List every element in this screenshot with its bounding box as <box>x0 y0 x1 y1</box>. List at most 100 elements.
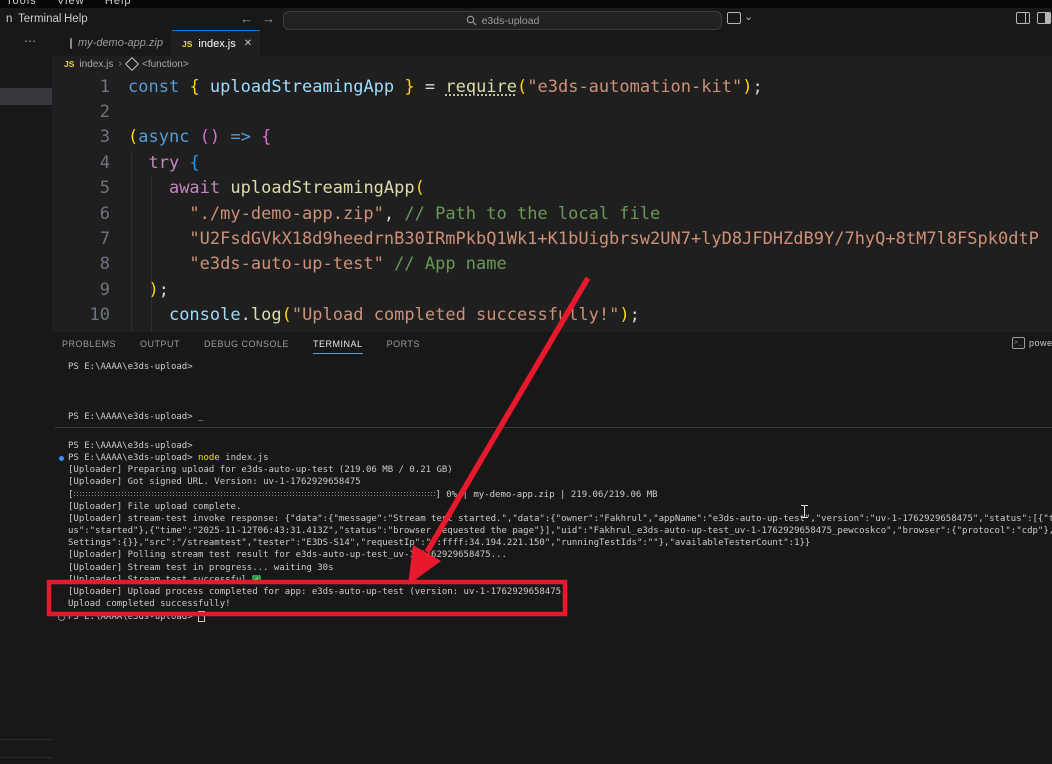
forward-icon[interactable]: → <box>262 11 275 26</box>
token: async <box>138 127 189 147</box>
editor-tab-bar: my-demo-app.zip JS index.js ✕ <box>52 30 1052 56</box>
breadcrumb-symbol[interactable]: <function> <box>142 59 189 70</box>
tab-label: my-demo-app.zip <box>78 37 163 49</box>
code-line: 1const { uploadStreamingApp } = require(… <box>52 74 763 99</box>
tab-output[interactable]: OUTPUT <box>140 335 180 353</box>
line-number: 7 <box>52 229 110 249</box>
code-text: ); <box>128 280 169 300</box>
terminal-text: PS E:\AAAA\e3ds-upload> <box>68 362 193 372</box>
token <box>220 178 230 198</box>
code-editor[interactable]: 1const { uploadStreamingApp } = require(… <box>52 72 1052 332</box>
code-line: 6 "./my-demo-app.zip", // Path to the lo… <box>52 201 660 226</box>
token: // App name <box>394 254 507 274</box>
token: ; <box>630 305 640 325</box>
search-value: e3ds-upload <box>482 15 540 27</box>
token <box>220 127 230 147</box>
token: console <box>169 305 241 325</box>
code-text: (async () => { <box>128 127 271 147</box>
token: "Upload completed successfully!" <box>292 305 620 325</box>
token <box>128 178 169 198</box>
code-line: 2 <box>52 99 128 124</box>
token: ( <box>128 127 138 147</box>
terminal-text: Settings":{}},"src":"/streamtest","teste… <box>68 538 810 548</box>
token: ) <box>742 77 752 97</box>
token: ( <box>517 77 527 97</box>
sidebar-divider <box>0 757 52 758</box>
token: "./my-demo-app.zip" <box>189 204 383 224</box>
token: { <box>189 153 199 173</box>
new-window-icon[interactable] <box>727 12 741 27</box>
token <box>179 77 189 97</box>
terminal-line: [Uploader] Stream test successful ✓ <box>68 575 261 586</box>
terminal-line: [Uploader] File upload complete. <box>68 502 241 513</box>
terminal-text: Upload completed successfully! <box>68 599 231 609</box>
line-number: 4 <box>52 153 110 173</box>
chevron-down-icon[interactable]: ⌄ <box>744 10 753 23</box>
menu-terminal[interactable]: Terminal <box>14 11 65 27</box>
sidebar-selected-item[interactable] <box>0 88 52 105</box>
shell-label: powershell <box>1029 338 1052 348</box>
command-center-search[interactable]: e3ds-upload <box>283 11 722 30</box>
chevron-right-icon: › <box>118 58 122 70</box>
token <box>128 153 148 173</box>
back-icon[interactable]: ← <box>240 11 253 26</box>
close-icon[interactable]: ✕ <box>244 38 252 49</box>
command-decoration-dot <box>59 456 64 461</box>
token: log <box>251 305 282 325</box>
code-text: await uploadStreamingApp( <box>128 178 425 198</box>
token: = <box>415 77 446 97</box>
terminal-text: [Uploader] Upload process completed for … <box>68 587 567 597</box>
terminal-text: PS E:\AAAA\e3ds-upload> <box>68 412 198 422</box>
terminal-shell-chip[interactable]: >_ powershell <box>1012 337 1052 349</box>
terminal-text: [Uploader] File upload complete. <box>68 502 241 512</box>
token: } <box>404 77 414 97</box>
code-text: "./my-demo-app.zip", // Path to the loca… <box>128 204 660 224</box>
layout-panel-icon[interactable] <box>1037 12 1051 27</box>
token: ; <box>752 77 762 97</box>
token: , <box>384 204 404 224</box>
split-editor-icon[interactable] <box>1016 12 1030 27</box>
token <box>128 204 189 224</box>
tab-terminal[interactable]: TERMINAL <box>313 335 363 354</box>
token <box>128 229 189 249</box>
sidebar: ⋯ <box>0 30 53 764</box>
terminal-line: us":"started"},{"time":"2025-11-12T06:43… <box>68 526 1052 537</box>
search-icon <box>466 15 477 26</box>
breadcrumb[interactable]: JS index.js › <function> <box>52 56 1052 72</box>
line-number: 10 <box>52 305 110 325</box>
token: { <box>189 77 199 97</box>
terminal-line: PS E:\AAAA\e3ds-upload> node index.js <box>68 453 269 464</box>
tab-my-demo-app-zip[interactable]: my-demo-app.zip <box>60 30 172 56</box>
token <box>384 254 394 274</box>
code-line: 8 "e3ds-auto-up-test" // App name <box>52 252 507 277</box>
token <box>179 153 189 173</box>
more-actions-icon[interactable]: ⋯ <box>24 34 37 48</box>
panel-tab-bar: PROBLEMS OUTPUT DEBUG CONSOLE TERMINAL P… <box>52 332 1052 356</box>
breadcrumb-file[interactable]: index.js <box>79 59 113 70</box>
code-text: try { <box>128 153 200 173</box>
token: . <box>241 305 251 325</box>
code-line: 3(async () => { <box>52 125 271 150</box>
token <box>251 127 261 147</box>
line-number: 2 <box>52 102 110 122</box>
token <box>128 254 189 274</box>
menu-help[interactable]: Help <box>60 11 92 27</box>
code-line: 4 try { <box>52 150 200 175</box>
terminal-line: Settings":{}},"src":"/streamtest","teste… <box>68 538 810 549</box>
terminal-output[interactable]: PS E:\AAAA\e3ds-upload>PS E:\AAAA\e3ds-u… <box>52 356 1052 764</box>
tab-ports[interactable]: PORTS <box>387 335 420 353</box>
terminal-line: [Uploader] Polling stream test result fo… <box>68 550 507 561</box>
js-file-icon: JS <box>182 39 192 49</box>
tab-index-js[interactable]: JS index.js ✕ <box>172 30 260 56</box>
tab-problems[interactable]: PROBLEMS <box>62 335 116 353</box>
tab-debug-console[interactable]: DEBUG CONSOLE <box>204 335 289 353</box>
token: { <box>261 127 271 147</box>
code-line: 7 "U2FsdGVkX18d9heedrnB30IRmPkbQ1Wk1+K1b… <box>52 226 1039 251</box>
command-decoration-circle <box>58 614 65 621</box>
token: // Path to the local file <box>404 204 660 224</box>
code-text: const { uploadStreamingApp } = require("… <box>128 77 763 97</box>
line-number: 9 <box>52 280 110 300</box>
terminal-text: PS E:\AAAA\e3ds-upload> <box>68 612 198 622</box>
terminal-text: ] 0% | my-demo-app.zip | 219.06/219.06 M… <box>435 490 657 500</box>
terminal-text: PS E:\AAAA\e3ds-upload> <box>68 453 198 463</box>
